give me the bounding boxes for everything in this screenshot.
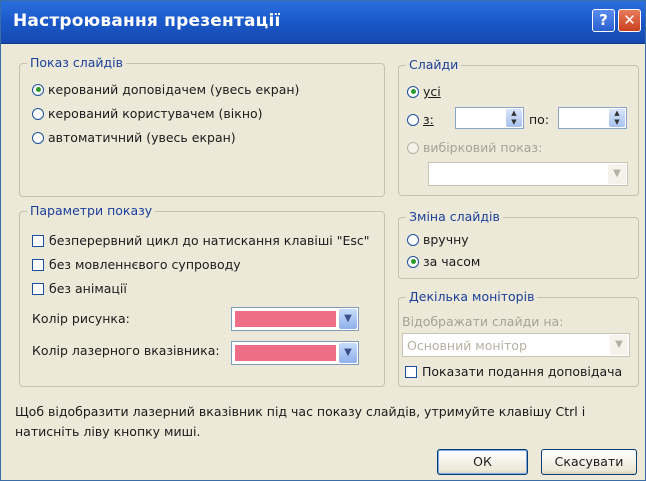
advance-timings-label: за часом [423, 254, 481, 269]
advance-manual-radio[interactable] [407, 233, 419, 246]
slides-to-label: по: [529, 112, 550, 127]
advance-manual-option[interactable]: вручну [407, 232, 469, 247]
laser-color-label: Колір лазерного вказівника: [32, 343, 220, 358]
laser-color-picker[interactable]: ▼ [231, 341, 359, 365]
pen-color-label: Колір рисунка: [32, 311, 130, 326]
monitors-group: Декілька моніторів Відображати слайди на… [398, 289, 639, 387]
show-type-presenter-option[interactable]: керований доповідачем (увесь екран) [32, 82, 299, 97]
show-options-group: Параметри показу безперервний цикл до на… [19, 203, 385, 387]
loop-option[interactable]: безперервний цикл до натискання клавіші … [32, 233, 370, 248]
slides-all-label: усі [423, 84, 441, 99]
show-type-group: Показ слайдів керований доповідачем (уве… [19, 55, 385, 197]
slides-from-label: з: [423, 112, 434, 127]
kiosk-radio[interactable] [32, 131, 44, 144]
slides-custom-label: вибірковий показ: [423, 140, 543, 155]
window-radio[interactable] [32, 107, 44, 120]
kiosk-label: автоматичний (увесь екран) [48, 130, 236, 145]
no-animation-checkbox[interactable] [32, 282, 44, 295]
ok-button[interactable]: ОК [437, 449, 528, 475]
monitors-legend: Декілька моніторів [406, 289, 538, 304]
cancel-button[interactable]: Скасувати [541, 449, 637, 475]
slides-to-spinner[interactable]: ▲ ▼ [558, 107, 627, 129]
pen-color-picker[interactable]: ▼ [231, 307, 359, 331]
spinner-arrows-icon[interactable]: ▲ ▼ [506, 109, 522, 127]
advance-group: Зміна слайдів вручну за часом [398, 209, 639, 279]
laser-color-swatch [235, 345, 336, 361]
loop-label: безперервний цикл до натискання клавіші … [49, 233, 370, 248]
chevron-down-icon[interactable]: ▼ [610, 335, 628, 355]
no-animation-option[interactable]: без анімації [32, 281, 127, 296]
title-bar[interactable]: Настроювання презентації ? ✕ [1, 1, 645, 44]
show-type-legend: Показ слайдів [27, 55, 127, 70]
chevron-down-icon[interactable]: ▼ [339, 343, 357, 363]
custom-show-select[interactable]: ▼ [428, 162, 628, 186]
presenter-view-option[interactable]: Показати подання доповідача [405, 364, 622, 379]
window-label: керований користувачем (вікно) [48, 106, 263, 121]
show-type-window-option[interactable]: керований користувачем (вікно) [32, 106, 263, 121]
no-narration-label: без мовленнєвого супроводу [49, 257, 241, 272]
slides-custom-option[interactable]: вибірковий показ: [407, 140, 542, 155]
slides-group: Слайди усі з: ▲ ▼ по: ▲ ▼ вибірковий показ… [398, 57, 639, 196]
help-button[interactable]: ? [592, 9, 615, 32]
slides-all-option[interactable]: усі [407, 84, 441, 99]
slides-from-spinner[interactable]: ▲ ▼ [455, 107, 524, 129]
chevron-down-icon[interactable]: ▼ [339, 309, 357, 329]
spinner-arrows-icon[interactable]: ▲ ▼ [609, 109, 625, 127]
display-on-label: Відображати слайди на: [402, 314, 564, 329]
close-button[interactable]: ✕ [618, 9, 641, 32]
presenter-radio[interactable] [32, 83, 44, 96]
advance-timings-option[interactable]: за часом [407, 254, 480, 269]
presenter-label: керований доповідачем (увесь екран) [48, 82, 300, 97]
no-narration-checkbox[interactable] [32, 258, 44, 271]
show-type-kiosk-option[interactable]: автоматичний (увесь екран) [32, 130, 236, 145]
presenter-view-label: Показати подання доповідача [422, 364, 623, 379]
advance-manual-label: вручну [423, 232, 469, 247]
display-on-value: Основний монітор [407, 338, 527, 353]
slides-legend: Слайди [406, 57, 462, 72]
chevron-down-icon[interactable]: ▼ [608, 164, 626, 184]
slides-all-radio[interactable] [407, 85, 419, 98]
dialog-title: Настроювання презентації [13, 11, 281, 31]
dialog-window: Настроювання презентації ? ✕ Показ слайд… [0, 0, 646, 481]
no-animation-label: без анімації [49, 281, 127, 296]
loop-checkbox[interactable] [32, 234, 44, 247]
advance-legend: Зміна слайдів [406, 209, 503, 224]
show-options-legend: Параметри показу [27, 203, 156, 218]
slides-range-option[interactable]: з: [407, 112, 434, 127]
advance-timings-radio[interactable] [407, 255, 419, 268]
display-on-select[interactable]: Основний монітор ▼ [402, 333, 630, 357]
laser-hint-text: Щоб відобразити лазерний вказівник під ч… [15, 404, 586, 439]
no-narration-option[interactable]: без мовленнєвого супроводу [32, 257, 241, 272]
slides-custom-radio[interactable] [407, 141, 419, 154]
pen-color-swatch [235, 311, 336, 327]
presenter-view-checkbox[interactable] [405, 365, 417, 378]
slides-range-radio[interactable] [407, 113, 419, 126]
